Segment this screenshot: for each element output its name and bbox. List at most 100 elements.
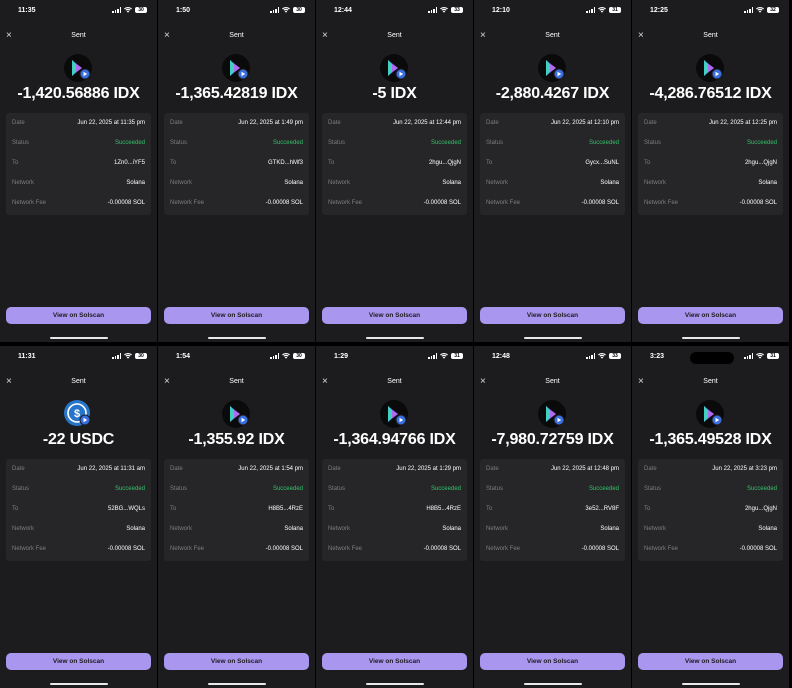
recipient-address[interactable]: 2hgu...QjgN [745, 160, 777, 166]
transaction-screen: 3:23 31 × Sent -1,365.49528 IDX Date Jun… [632, 346, 789, 688]
detail-row-to: To 2hgu...QjgN [322, 153, 467, 173]
details-card: Date Jun 22, 2025 at 1:49 pm Status Succ… [164, 113, 309, 215]
modal-header: × Sent [158, 30, 315, 44]
modal-title: Sent [229, 32, 244, 39]
detail-label: Network Fee [170, 546, 205, 552]
modal-header: × Sent [632, 376, 789, 390]
transaction-screen: 1:54 30 × Sent -1,355.92 IDX Date Jun 22… [158, 346, 315, 688]
view-on-solscan-button[interactable]: View on Solscan [164, 653, 309, 670]
status-bar: 1:54 30 [158, 350, 315, 364]
detail-label: Network Fee [486, 546, 521, 552]
token-icon [379, 53, 409, 83]
wifi-icon [124, 7, 132, 13]
view-on-solscan-button[interactable]: View on Solscan [164, 307, 309, 324]
amount: -22 USDC [42, 431, 115, 448]
view-on-solscan-button[interactable]: View on Solscan [480, 653, 625, 670]
amount: -2,880.4267 IDX [495, 85, 610, 102]
detail-value: Solana [600, 180, 619, 186]
token-icon [221, 399, 251, 429]
detail-value: Jun 22, 2025 at 11:31 am [77, 466, 145, 472]
detail-row-network: Network Solana [638, 519, 783, 539]
modal-header: × Sent [158, 376, 315, 390]
recipient-address[interactable]: 52BG...WQLs [108, 506, 145, 512]
detail-label: To [12, 506, 19, 512]
detail-label: Date [644, 120, 657, 126]
detail-value: -0.00008 SOL [739, 546, 777, 552]
wifi-icon [282, 7, 290, 13]
amount: -1,420.56886 IDX [17, 85, 140, 102]
modal-header: × Sent [316, 30, 473, 44]
view-on-solscan-button[interactable]: View on Solscan [480, 307, 625, 324]
usdc-logo-icon: $ [64, 400, 91, 426]
detail-row-fee: Network Fee -0.00008 SOL [322, 539, 467, 559]
details-card: Date Jun 22, 2025 at 12:48 pm Status Suc… [480, 459, 625, 561]
wifi-icon [756, 353, 764, 359]
detail-value: Jun 22, 2025 at 1:29 pm [396, 466, 461, 472]
status-time: 11:35 [18, 7, 36, 14]
status-bar: 1:50 30 [158, 4, 315, 18]
wifi-icon [440, 7, 448, 13]
detail-row-fee: Network Fee -0.00008 SOL [480, 193, 625, 213]
token-icon [221, 53, 251, 83]
detail-value: Jun 22, 2025 at 3:23 pm [712, 466, 777, 472]
modal-title: Sent [703, 32, 718, 39]
detail-row-fee: Network Fee -0.00008 SOL [164, 193, 309, 213]
status-value: Succeeded [114, 140, 145, 146]
detail-value: Solana [126, 180, 145, 186]
detail-value: Jun 22, 2025 at 12:10 pm [550, 120, 619, 126]
status-value: Succeeded [588, 486, 619, 492]
wifi-icon [440, 353, 448, 359]
token-icon [695, 399, 725, 429]
recipient-address[interactable]: Gycx...SuNL [585, 160, 619, 166]
detail-value: Jun 22, 2025 at 11:35 pm [77, 120, 145, 126]
home-indicator [366, 337, 424, 339]
recipient-address[interactable]: H8B5...4RzE [268, 506, 303, 512]
recipient-address[interactable]: GTKD...hMf3 [268, 160, 303, 166]
detail-label: To [170, 506, 177, 512]
battery-icon: 30 [135, 353, 147, 359]
detail-row-date: Date Jun 22, 2025 at 12:10 pm [480, 113, 625, 133]
status-bar: 12:10 31 [474, 4, 631, 18]
detail-value: Solana [284, 526, 303, 532]
battery-icon: 32 [767, 7, 779, 13]
modal-title: Sent [229, 378, 244, 385]
detail-value: -0.00008 SOL [581, 200, 619, 206]
modal-header: × Sent [474, 376, 631, 390]
battery-icon: 30 [293, 353, 305, 359]
detail-label: Network Fee [170, 200, 205, 206]
view-on-solscan-button[interactable]: View on Solscan [6, 307, 151, 324]
view-on-solscan-button[interactable]: View on Solscan [638, 307, 783, 324]
status-time: 12:44 [334, 7, 352, 14]
detail-value: Jun 22, 2025 at 12:25 pm [708, 120, 777, 126]
recipient-address[interactable]: 1Zn0...iYF5 [114, 160, 145, 166]
recipient-address[interactable]: 3e52...RV8F [585, 506, 619, 512]
detail-row-status: Status Succeeded [164, 133, 309, 153]
signal-icon [270, 7, 279, 13]
recipient-address[interactable]: 2hgu...QjgN [429, 160, 461, 166]
view-on-solscan-button[interactable]: View on Solscan [322, 307, 467, 324]
detail-row-fee: Network Fee -0.00008 SOL [480, 539, 625, 559]
idx-logo-icon [380, 400, 408, 428]
detail-row-date: Date Jun 22, 2025 at 1:49 pm [164, 113, 309, 133]
details-card: Date Jun 22, 2025 at 3:23 pm Status Succ… [638, 459, 783, 561]
view-on-solscan-button[interactable]: View on Solscan [322, 653, 467, 670]
status-icons: 30 [270, 7, 305, 13]
battery-icon: 33 [451, 7, 463, 13]
detail-label: Network Fee [644, 200, 679, 206]
detail-label: Network [170, 180, 193, 186]
detail-row-fee: Network Fee -0.00008 SOL [638, 193, 783, 213]
status-icons: 32 [744, 7, 779, 13]
recipient-address[interactable]: 2hgu...QjgN [745, 506, 777, 512]
detail-label: Status [170, 486, 188, 492]
detail-label: Network [328, 526, 351, 532]
detail-label: Network [486, 526, 509, 532]
view-on-solscan-button[interactable]: View on Solscan [6, 653, 151, 670]
status-bar: 12:25 32 [632, 4, 789, 18]
recipient-address[interactable]: H8B5...4RzE [426, 506, 461, 512]
status-value: Succeeded [588, 140, 619, 146]
detail-row-network: Network Solana [6, 519, 151, 539]
amount: -1,365.42819 IDX [175, 85, 298, 102]
view-on-solscan-button[interactable]: View on Solscan [638, 653, 783, 670]
token-icon [537, 399, 567, 429]
wifi-icon [124, 353, 132, 359]
